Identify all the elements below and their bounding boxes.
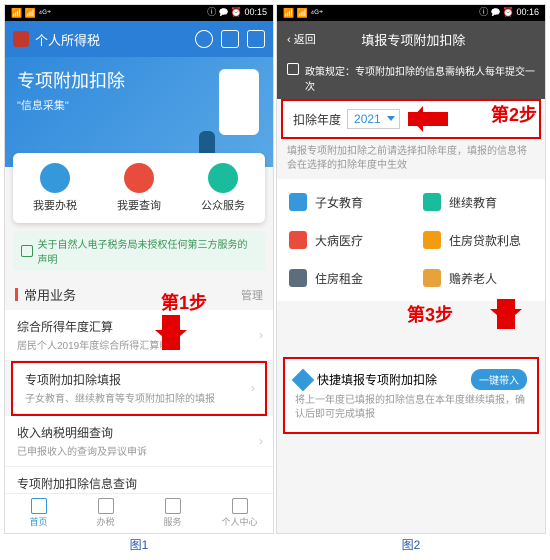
speaker-icon xyxy=(21,245,33,257)
list-item[interactable]: 收入纳税明细查询已申报收入的查询及异议申诉› xyxy=(5,416,273,467)
search-icon xyxy=(124,163,154,193)
hero-banner[interactable]: 专项附加扣除 "信息采集" xyxy=(5,57,273,167)
policy-banner: 政策规定：专项附加扣除的信息需纳税人每年提交一次 xyxy=(277,57,545,99)
figure-caption-1: 图1 xyxy=(130,536,149,553)
page-header: ‹ 返回 填报专项附加扣除 xyxy=(277,21,545,57)
person-icon xyxy=(232,498,248,514)
pencil-icon xyxy=(40,163,70,193)
heart-icon xyxy=(165,498,181,514)
grid-item-mortgage[interactable]: 住房贷款利息 xyxy=(411,221,545,259)
step2-annotation: 第2步 xyxy=(491,101,537,127)
year-dropdown[interactable]: 2021 xyxy=(347,109,400,129)
message-icon[interactable] xyxy=(247,30,265,48)
tab-home[interactable]: 首页 xyxy=(5,494,72,533)
quick-title: 快捷填报专项附加扣除 xyxy=(317,371,471,388)
arrow-left-icon xyxy=(408,112,448,126)
medical-icon xyxy=(289,231,307,249)
tab-tax[interactable]: 办税 xyxy=(72,494,139,533)
chevron-right-icon: › xyxy=(251,381,255,395)
action-public-service[interactable]: 公众服务 xyxy=(181,163,265,213)
quick-fill-card[interactable]: 快捷填报专项附加扣除 一键带入 将上一年度已填报的扣除信息在本年度继续填报，确认… xyxy=(283,357,539,434)
grid-item-continuing-edu[interactable]: 继续教育 xyxy=(411,183,545,221)
grid-item-rent[interactable]: 住房租金 xyxy=(277,259,411,297)
year-label: 扣除年度 xyxy=(293,111,341,128)
year-hint: 填报专项附加扣除之前请选择扣除年度，填报的信息将会在选择的扣除年度中生效 xyxy=(277,139,545,179)
people-icon xyxy=(208,163,238,193)
manage-link[interactable]: 管理 xyxy=(241,287,263,303)
notice-banner[interactable]: 关于自然人电子税务局未授权任何第三方服务的声明 xyxy=(13,231,265,271)
house-icon xyxy=(423,231,441,249)
phone-screen-2: 📶 📶 ⁴ᴳ⁺ⓘ 🗭 ⏰ 00:16 ‹ 返回 填报专项附加扣除 政策规定：专项… xyxy=(276,4,546,534)
grid-item-children-edu[interactable]: 子女教育 xyxy=(277,183,411,221)
highlight-box-1: 专项附加扣除填报子女教育、继续教育等专项附加扣除的填报› xyxy=(11,361,267,416)
phone-screen-1: 📶 📶 ⁴ᴳ⁺ⓘ 🗭 ⏰ 00:15 个人所得税 专项附加扣除 "信息采集" 我… xyxy=(4,4,274,534)
tab-service[interactable]: 服务 xyxy=(139,494,206,533)
app-title: 个人所得税 xyxy=(35,30,187,49)
grad-icon xyxy=(423,193,441,211)
section-bar-icon xyxy=(15,288,18,301)
home-icon xyxy=(31,498,47,514)
app-logo-icon xyxy=(13,31,29,47)
status-bar: 📶 📶 ⁴ᴳ⁺ⓘ 🗭 ⏰ 00:16 xyxy=(277,5,545,21)
book-icon xyxy=(289,193,307,211)
tab-me[interactable]: 个人中心 xyxy=(206,494,273,533)
doc-icon xyxy=(98,498,114,514)
import-button[interactable]: 一键带入 xyxy=(471,369,527,390)
action-query[interactable]: 我要查询 xyxy=(97,163,181,213)
app-header: 个人所得税 xyxy=(5,21,273,57)
building-icon xyxy=(289,269,307,287)
arrow-down-icon xyxy=(162,315,180,350)
list-item[interactable]: 专项附加扣除信息查询 xyxy=(5,467,273,496)
step3-annotation: 第3步 xyxy=(407,301,453,327)
figure-caption-2: 图2 xyxy=(402,536,421,553)
quick-subtitle: 将上一年度已填报的扣除信息在本年度继续填报，确认后即可完成填报 xyxy=(295,394,527,422)
quick-actions: 我要办税 我要查询 公众服务 xyxy=(13,153,265,223)
quick-icon xyxy=(292,368,315,391)
back-button[interactable]: ‹ 返回 xyxy=(287,31,316,47)
status-bar: 📶 📶 ⁴ᴳ⁺ⓘ 🗭 ⏰ 00:15 xyxy=(5,5,273,21)
action-file-tax[interactable]: 我要办税 xyxy=(13,163,97,213)
banner-phone-illustration xyxy=(219,69,259,135)
announce-icon xyxy=(287,63,299,75)
scan-icon[interactable] xyxy=(221,30,239,48)
grid-item-elderly[interactable]: 赡养老人 xyxy=(411,259,545,297)
list-item-special-deduction[interactable]: 专项附加扣除填报子女教育、继续教育等专项附加扣除的填报› xyxy=(13,363,265,414)
tab-bar: 首页 办税 服务 个人中心 xyxy=(5,493,273,533)
arrow-down-icon xyxy=(497,299,515,329)
step1-annotation: 第1步 xyxy=(135,289,207,350)
support-icon[interactable] xyxy=(195,30,213,48)
grid-item-medical[interactable]: 大病医疗 xyxy=(277,221,411,259)
elderly-icon xyxy=(423,269,441,287)
chevron-right-icon: › xyxy=(259,434,263,448)
chevron-right-icon: › xyxy=(259,328,263,342)
page-title: 填报专项附加扣除 xyxy=(316,30,511,49)
deduction-grid: 子女教育 继续教育 大病医疗 住房贷款利息 住房租金 赡养老人 xyxy=(277,179,545,301)
